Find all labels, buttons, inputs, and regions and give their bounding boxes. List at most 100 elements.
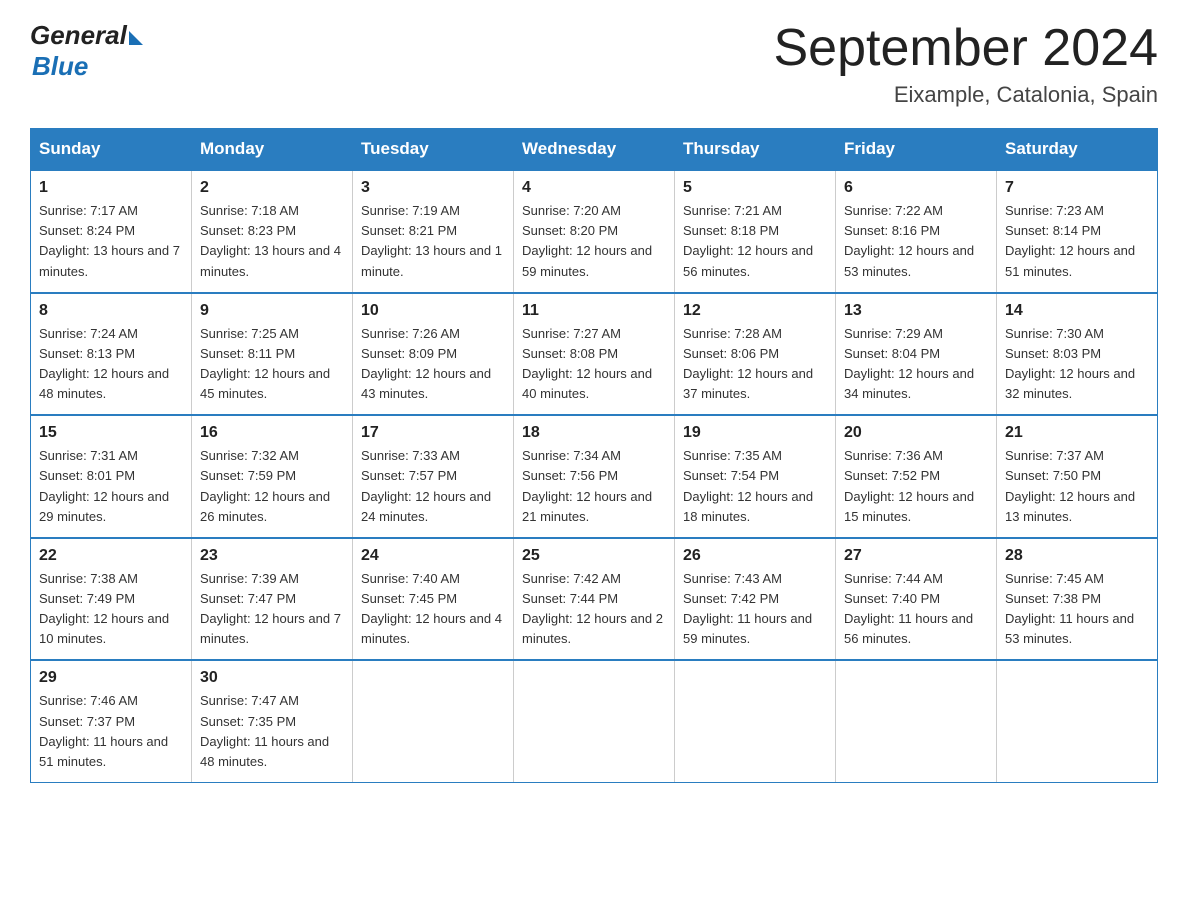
calendar-week-row: 22 Sunrise: 7:38 AMSunset: 7:49 PMDaylig… xyxy=(31,538,1158,661)
day-info: Sunrise: 7:43 AMSunset: 7:42 PMDaylight:… xyxy=(683,571,812,646)
table-row xyxy=(836,660,997,782)
table-row: 30 Sunrise: 7:47 AMSunset: 7:35 PMDaylig… xyxy=(192,660,353,782)
table-row: 20 Sunrise: 7:36 AMSunset: 7:52 PMDaylig… xyxy=(836,415,997,538)
day-info: Sunrise: 7:27 AMSunset: 8:08 PMDaylight:… xyxy=(522,326,652,401)
day-number: 1 xyxy=(39,179,183,197)
logo-blue-text: Blue xyxy=(32,51,143,82)
table-row: 6 Sunrise: 7:22 AMSunset: 8:16 PMDayligh… xyxy=(836,170,997,293)
day-info: Sunrise: 7:20 AMSunset: 8:20 PMDaylight:… xyxy=(522,203,652,278)
table-row: 4 Sunrise: 7:20 AMSunset: 8:20 PMDayligh… xyxy=(514,170,675,293)
calendar-week-row: 1 Sunrise: 7:17 AMSunset: 8:24 PMDayligh… xyxy=(31,170,1158,293)
table-row: 18 Sunrise: 7:34 AMSunset: 7:56 PMDaylig… xyxy=(514,415,675,538)
day-info: Sunrise: 7:46 AMSunset: 7:37 PMDaylight:… xyxy=(39,693,168,768)
table-row: 11 Sunrise: 7:27 AMSunset: 8:08 PMDaylig… xyxy=(514,293,675,416)
day-number: 28 xyxy=(1005,547,1149,565)
logo-general-text: General xyxy=(30,20,127,51)
day-number: 4 xyxy=(522,179,666,197)
day-number: 29 xyxy=(39,669,183,687)
day-number: 18 xyxy=(522,424,666,442)
header-monday: Monday xyxy=(192,129,353,171)
day-info: Sunrise: 7:37 AMSunset: 7:50 PMDaylight:… xyxy=(1005,448,1135,523)
table-row: 10 Sunrise: 7:26 AMSunset: 8:09 PMDaylig… xyxy=(353,293,514,416)
day-info: Sunrise: 7:36 AMSunset: 7:52 PMDaylight:… xyxy=(844,448,974,523)
day-number: 23 xyxy=(200,547,344,565)
month-title: September 2024 xyxy=(774,20,1159,77)
calendar-week-row: 29 Sunrise: 7:46 AMSunset: 7:37 PMDaylig… xyxy=(31,660,1158,782)
header-saturday: Saturday xyxy=(997,129,1158,171)
table-row: 17 Sunrise: 7:33 AMSunset: 7:57 PMDaylig… xyxy=(353,415,514,538)
day-number: 30 xyxy=(200,669,344,687)
table-row: 29 Sunrise: 7:46 AMSunset: 7:37 PMDaylig… xyxy=(31,660,192,782)
day-number: 3 xyxy=(361,179,505,197)
day-number: 12 xyxy=(683,302,827,320)
table-row xyxy=(997,660,1158,782)
day-number: 25 xyxy=(522,547,666,565)
header-thursday: Thursday xyxy=(675,129,836,171)
table-row: 1 Sunrise: 7:17 AMSunset: 8:24 PMDayligh… xyxy=(31,170,192,293)
day-info: Sunrise: 7:32 AMSunset: 7:59 PMDaylight:… xyxy=(200,448,330,523)
day-number: 27 xyxy=(844,547,988,565)
calendar-week-row: 15 Sunrise: 7:31 AMSunset: 8:01 PMDaylig… xyxy=(31,415,1158,538)
header-sunday: Sunday xyxy=(31,129,192,171)
day-info: Sunrise: 7:18 AMSunset: 8:23 PMDaylight:… xyxy=(200,203,341,278)
table-row: 26 Sunrise: 7:43 AMSunset: 7:42 PMDaylig… xyxy=(675,538,836,661)
day-number: 26 xyxy=(683,547,827,565)
table-row: 8 Sunrise: 7:24 AMSunset: 8:13 PMDayligh… xyxy=(31,293,192,416)
day-info: Sunrise: 7:28 AMSunset: 8:06 PMDaylight:… xyxy=(683,326,813,401)
day-number: 2 xyxy=(200,179,344,197)
day-info: Sunrise: 7:45 AMSunset: 7:38 PMDaylight:… xyxy=(1005,571,1134,646)
day-number: 10 xyxy=(361,302,505,320)
day-info: Sunrise: 7:39 AMSunset: 7:47 PMDaylight:… xyxy=(200,571,341,646)
header-friday: Friday xyxy=(836,129,997,171)
table-row: 2 Sunrise: 7:18 AMSunset: 8:23 PMDayligh… xyxy=(192,170,353,293)
day-info: Sunrise: 7:35 AMSunset: 7:54 PMDaylight:… xyxy=(683,448,813,523)
header-tuesday: Tuesday xyxy=(353,129,514,171)
day-info: Sunrise: 7:47 AMSunset: 7:35 PMDaylight:… xyxy=(200,693,329,768)
day-number: 19 xyxy=(683,424,827,442)
table-row: 7 Sunrise: 7:23 AMSunset: 8:14 PMDayligh… xyxy=(997,170,1158,293)
day-info: Sunrise: 7:29 AMSunset: 8:04 PMDaylight:… xyxy=(844,326,974,401)
table-row: 15 Sunrise: 7:31 AMSunset: 8:01 PMDaylig… xyxy=(31,415,192,538)
table-row: 23 Sunrise: 7:39 AMSunset: 7:47 PMDaylig… xyxy=(192,538,353,661)
table-row xyxy=(675,660,836,782)
day-info: Sunrise: 7:22 AMSunset: 8:16 PMDaylight:… xyxy=(844,203,974,278)
logo-arrow-icon xyxy=(129,31,143,45)
table-row xyxy=(514,660,675,782)
table-row: 24 Sunrise: 7:40 AMSunset: 7:45 PMDaylig… xyxy=(353,538,514,661)
table-row: 12 Sunrise: 7:28 AMSunset: 8:06 PMDaylig… xyxy=(675,293,836,416)
day-info: Sunrise: 7:44 AMSunset: 7:40 PMDaylight:… xyxy=(844,571,973,646)
day-number: 6 xyxy=(844,179,988,197)
calendar-week-row: 8 Sunrise: 7:24 AMSunset: 8:13 PMDayligh… xyxy=(31,293,1158,416)
day-number: 13 xyxy=(844,302,988,320)
day-info: Sunrise: 7:26 AMSunset: 8:09 PMDaylight:… xyxy=(361,326,491,401)
day-number: 11 xyxy=(522,302,666,320)
day-info: Sunrise: 7:34 AMSunset: 7:56 PMDaylight:… xyxy=(522,448,652,523)
day-info: Sunrise: 7:30 AMSunset: 8:03 PMDaylight:… xyxy=(1005,326,1135,401)
day-number: 24 xyxy=(361,547,505,565)
day-info: Sunrise: 7:21 AMSunset: 8:18 PMDaylight:… xyxy=(683,203,813,278)
table-row: 28 Sunrise: 7:45 AMSunset: 7:38 PMDaylig… xyxy=(997,538,1158,661)
day-number: 5 xyxy=(683,179,827,197)
day-number: 21 xyxy=(1005,424,1149,442)
day-number: 7 xyxy=(1005,179,1149,197)
day-number: 16 xyxy=(200,424,344,442)
location-title: Eixample, Catalonia, Spain xyxy=(774,82,1159,108)
calendar-table: Sunday Monday Tuesday Wednesday Thursday… xyxy=(30,128,1158,783)
table-row: 14 Sunrise: 7:30 AMSunset: 8:03 PMDaylig… xyxy=(997,293,1158,416)
title-section: September 2024 Eixample, Catalonia, Spai… xyxy=(774,20,1159,108)
table-row xyxy=(353,660,514,782)
table-row: 25 Sunrise: 7:42 AMSunset: 7:44 PMDaylig… xyxy=(514,538,675,661)
table-row: 9 Sunrise: 7:25 AMSunset: 8:11 PMDayligh… xyxy=(192,293,353,416)
table-row: 22 Sunrise: 7:38 AMSunset: 7:49 PMDaylig… xyxy=(31,538,192,661)
table-row: 13 Sunrise: 7:29 AMSunset: 8:04 PMDaylig… xyxy=(836,293,997,416)
table-row: 19 Sunrise: 7:35 AMSunset: 7:54 PMDaylig… xyxy=(675,415,836,538)
logo: General Blue xyxy=(30,20,143,82)
table-row: 16 Sunrise: 7:32 AMSunset: 7:59 PMDaylig… xyxy=(192,415,353,538)
calendar-header-row: Sunday Monday Tuesday Wednesday Thursday… xyxy=(31,129,1158,171)
day-info: Sunrise: 7:24 AMSunset: 8:13 PMDaylight:… xyxy=(39,326,169,401)
day-info: Sunrise: 7:33 AMSunset: 7:57 PMDaylight:… xyxy=(361,448,491,523)
table-row: 27 Sunrise: 7:44 AMSunset: 7:40 PMDaylig… xyxy=(836,538,997,661)
day-info: Sunrise: 7:38 AMSunset: 7:49 PMDaylight:… xyxy=(39,571,169,646)
day-info: Sunrise: 7:17 AMSunset: 8:24 PMDaylight:… xyxy=(39,203,180,278)
table-row: 5 Sunrise: 7:21 AMSunset: 8:18 PMDayligh… xyxy=(675,170,836,293)
